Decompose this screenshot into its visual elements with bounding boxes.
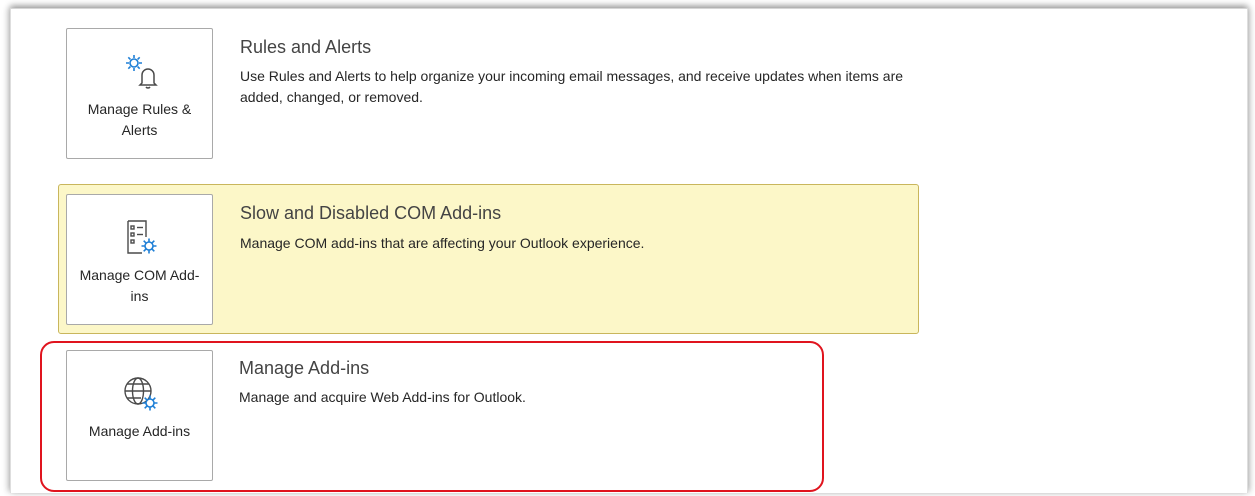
manage-com-addins-button[interactable]: Manage COM Add-ins bbox=[66, 194, 213, 325]
section-description: Use Rules and Alerts to help organize yo… bbox=[240, 68, 904, 105]
section-title: Rules and Alerts bbox=[240, 37, 372, 57]
section-title: Slow and Disabled COM Add-ins bbox=[240, 203, 502, 223]
manage-rules-alerts-button[interactable]: Manage Rules & Alerts bbox=[66, 28, 213, 159]
tile-label: Manage COM Add-ins bbox=[79, 267, 200, 304]
gear-bell-icon bbox=[125, 55, 158, 89]
list-gear-icon bbox=[126, 220, 156, 254]
annotation-highlight-box bbox=[40, 341, 824, 492]
options-panel: Manage Rules & Alerts Rules and Alerts U… bbox=[10, 8, 1248, 493]
section-description: Manage COM add-ins that are affecting yo… bbox=[240, 235, 645, 251]
tile-label: Manage Rules & Alerts bbox=[87, 101, 192, 138]
